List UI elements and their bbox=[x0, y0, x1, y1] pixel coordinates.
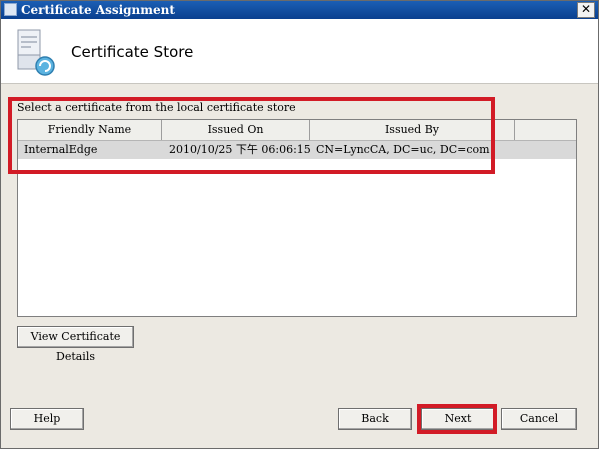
instruction-label: Select a certificate from the local cert… bbox=[17, 101, 296, 114]
help-button[interactable]: Help bbox=[10, 408, 84, 430]
wizard-header: Certificate Store bbox=[1, 19, 598, 84]
page-title: Certificate Store bbox=[71, 43, 194, 61]
title-bar: Certificate Assignment ✕ bbox=[1, 1, 598, 19]
cell-friendly-name: InternalEdge bbox=[24, 143, 98, 156]
certificate-list[interactable]: Friendly Name Issued On Issued By Intern… bbox=[17, 119, 577, 317]
close-button[interactable]: ✕ bbox=[577, 2, 595, 18]
certificate-store-icon bbox=[17, 29, 55, 76]
column-header-issued-by[interactable]: Issued By bbox=[310, 120, 515, 140]
column-header-issued-on[interactable]: Issued On bbox=[162, 120, 310, 140]
cancel-button[interactable]: Cancel bbox=[501, 408, 577, 430]
cell-issued-on: 2010/10/25 下午 06:06:15 bbox=[169, 143, 311, 156]
list-header: Friendly Name Issued On Issued By bbox=[18, 120, 576, 141]
cell-issued-by: CN=LyncCA, DC=uc, DC=com bbox=[316, 143, 490, 156]
next-button[interactable]: Next bbox=[421, 408, 495, 430]
view-certificate-details-button[interactable]: View Certificate Details bbox=[17, 326, 134, 363]
app-icon bbox=[4, 3, 17, 16]
window-title: Certificate Assignment bbox=[21, 3, 175, 17]
certificate-assignment-window: Certificate Assignment ✕ Certificate Sto… bbox=[0, 0, 599, 449]
column-header-extra[interactable] bbox=[515, 120, 575, 140]
column-header-friendly-name[interactable]: Friendly Name bbox=[18, 120, 162, 140]
table-row[interactable]: InternalEdge 2010/10/25 下午 06:06:15 CN=L… bbox=[18, 141, 576, 159]
back-button[interactable]: Back bbox=[338, 408, 412, 430]
